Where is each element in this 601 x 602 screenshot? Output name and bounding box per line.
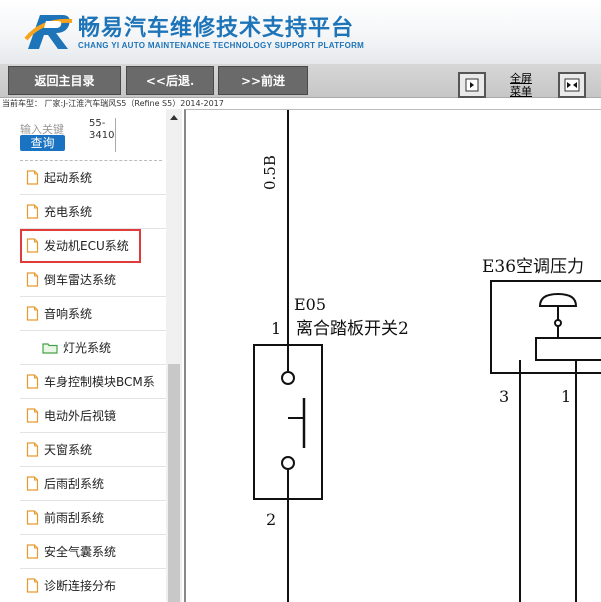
sidebar-item-label: 倒车雷达系统 <box>44 273 117 287</box>
scrollbar[interactable] <box>166 109 182 602</box>
sidebar-item[interactable]: 后雨刮系统 <box>20 467 168 501</box>
sidebar-item[interactable]: 天窗系统 <box>20 433 168 467</box>
wiring-diagram-svg: 0.5B E05 1 离合踏板开关2 2 E36空调压力 3 1 <box>253 110 601 602</box>
sidebar-item-label: 诊断连接分布 <box>44 579 117 593</box>
home-button[interactable]: 返回主目录 <box>8 66 121 95</box>
forward-button[interactable]: >>前进 <box>218 66 308 95</box>
collapse-icon <box>465 78 479 92</box>
fullscreen-menu-link[interactable]: 全屏 菜单 <box>506 72 536 98</box>
search-input[interactable]: 55-3410 <box>89 118 116 152</box>
switch-code: E05 <box>294 295 326 314</box>
document-icon <box>26 510 39 525</box>
sidebar-item-label: 前雨刮系统 <box>44 511 105 525</box>
search-button[interactable]: 查询 <box>20 135 65 151</box>
sidebar-item-label: 灯光系统 <box>63 341 112 355</box>
sidebar-item-label: 后雨刮系统 <box>44 477 105 491</box>
sidebar-item[interactable]: 起动系统 <box>20 161 168 195</box>
document-icon <box>26 476 39 491</box>
fullscreen-label: 全屏 <box>510 72 532 85</box>
document-icon <box>26 306 39 321</box>
document-icon <box>26 238 39 253</box>
sensor-symbol <box>538 292 578 307</box>
back-button[interactable]: <<后退. <box>126 66 214 95</box>
wire-label: 0.5B <box>261 155 279 190</box>
document-icon <box>26 408 39 423</box>
document-icon <box>26 204 39 219</box>
sidebar-item-label: 音响系统 <box>44 307 93 321</box>
sidebar-item[interactable]: 电动外后视镜 <box>20 399 168 433</box>
document-icon <box>26 442 39 457</box>
sidebar-item[interactable]: 前雨刮系统 <box>20 501 168 535</box>
sidebar-item[interactable]: 倒车雷达系统 <box>20 263 168 297</box>
sidebar-item-label: 安全气囊系统 <box>44 545 117 559</box>
sidebar-item-label: 天窗系统 <box>44 443 93 457</box>
sidebar-item[interactable]: 灯光系统 <box>20 331 168 365</box>
sidebar-item[interactable]: 发动机ECU系统 <box>20 229 141 263</box>
sidebar-item[interactable]: 安全气囊系统 <box>20 535 168 569</box>
app-subtitle: CHANG YI AUTO MAINTENANCE TECHNOLOGY SUP… <box>78 41 365 50</box>
collapse-menu-button[interactable] <box>458 72 486 98</box>
folder-icon <box>42 342 58 354</box>
switch-contact-bottom <box>281 456 295 470</box>
current-model: 当前车型： 厂家:J-江淮汽车瑞风S5（Refine S5）2014-2017 <box>0 98 601 109</box>
pin-2-label: 2 <box>266 510 276 529</box>
sidebar-item-label: 电动外后视镜 <box>44 409 117 423</box>
app-title: 畅易汽车维修技术支持平台 <box>78 16 355 41</box>
sensor-pin-3-label: 3 <box>499 387 509 406</box>
sidebar-item-label: 起动系统 <box>44 171 93 185</box>
document-icon <box>26 170 39 185</box>
sidebar-item-label: 充电系统 <box>44 205 93 219</box>
document-icon <box>26 544 39 559</box>
document-icon <box>26 374 39 389</box>
sidebar: 输入关键 查询 55-3410 起动系统 充电系统 发动机ECU系统 倒车雷达系统 音响… <box>0 109 182 602</box>
wiring-diagram[interactable]: 0.5B E05 1 离合踏板开关2 2 E36空调压力 3 1 <box>184 109 601 602</box>
sidebar-item[interactable]: 诊断连接分布 <box>20 569 168 602</box>
sidebar-item-label: 发动机ECU系统 <box>44 239 129 253</box>
sensor-pin-1-label: 1 <box>561 387 571 406</box>
sidebar-item-label: 车身控制模块BCM系 <box>44 375 155 389</box>
scroll-up-icon[interactable] <box>170 115 178 120</box>
pin-1-label: 1 <box>271 319 281 338</box>
expand-icon <box>564 78 580 92</box>
switch-name: 离合踏板开关2 <box>296 319 409 339</box>
sensor-label: E36空调压力 <box>482 257 584 277</box>
logo-icon <box>24 15 73 49</box>
document-icon <box>26 272 39 287</box>
scroll-thumb[interactable] <box>168 364 180 602</box>
switch-contact-top <box>281 371 295 385</box>
sidebar-item[interactable]: 车身控制模块BCM系 <box>20 365 168 399</box>
sidebar-item[interactable]: 充电系统 <box>20 195 168 229</box>
menu-label: 菜单 <box>510 85 532 98</box>
sidebar-item[interactable]: 音响系统 <box>20 297 168 331</box>
expand-button[interactable] <box>558 72 586 98</box>
document-icon <box>26 578 39 593</box>
header: 畅易汽车维修技术支持平台 CHANG YI AUTO MAINTENANCE T… <box>0 0 601 64</box>
